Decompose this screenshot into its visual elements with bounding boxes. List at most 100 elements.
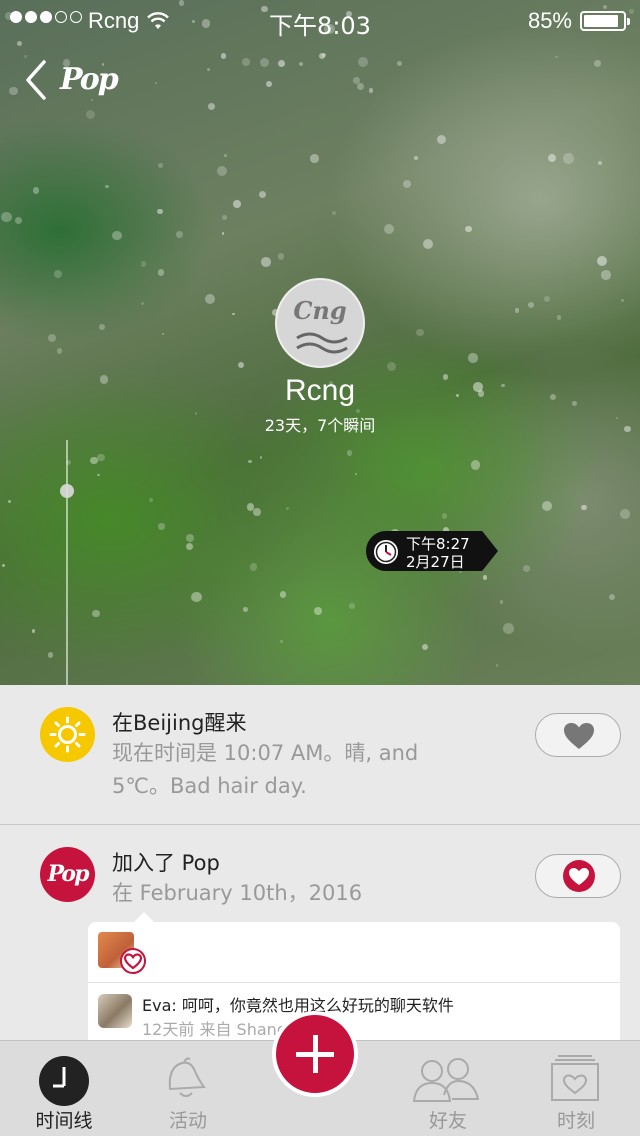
rain-drop <box>221 232 225 235</box>
rain-drop <box>594 59 601 67</box>
rain-drop <box>204 293 216 305</box>
timeline-knob[interactable] <box>60 484 74 498</box>
time-tag[interactable]: 下午8:27 2月27日 <box>366 531 498 571</box>
rain-drop <box>260 256 271 267</box>
rain-drop <box>556 315 562 320</box>
rain-drop <box>242 58 250 66</box>
rain-drop <box>441 513 448 519</box>
rain-drop <box>562 153 574 165</box>
rain-drop <box>157 269 165 276</box>
rain-drop <box>206 68 210 72</box>
wakeup-title: 在Beijing醒来 <box>112 711 247 735</box>
tag-date: 2月27日 <box>406 553 465 571</box>
rain-drop <box>220 53 226 59</box>
rain-drop <box>423 239 434 250</box>
rain-drop <box>17 40 23 46</box>
commenter-avatar[interactable] <box>98 994 132 1028</box>
rain-drop <box>348 603 355 610</box>
like-button-liked[interactable] <box>535 854 621 898</box>
wave-icon <box>296 332 348 354</box>
rain-drop <box>175 231 183 238</box>
rain-drop <box>86 110 96 120</box>
tab-label: 好友 <box>428 1110 467 1132</box>
rain-drop <box>547 153 556 162</box>
rain-drop <box>243 607 249 612</box>
rain-drop <box>1 563 6 568</box>
joined-date: 在 February 10th，2016 <box>112 881 363 905</box>
rain-drop <box>597 256 608 267</box>
pop-app-icon: Pop <box>40 847 95 902</box>
bell-icon <box>168 1057 206 1097</box>
tab-label: 时刻 <box>556 1110 595 1132</box>
rain-drop <box>90 98 94 102</box>
rain-drop <box>386 362 397 372</box>
rain-drop <box>468 353 478 363</box>
rain-drop <box>298 62 303 67</box>
rain-drop <box>416 329 424 337</box>
back-chevron-icon[interactable] <box>22 58 52 102</box>
tab-timeline[interactable]: 时间线 <box>0 1041 128 1136</box>
rain-drop <box>224 154 227 157</box>
rain-drop <box>482 575 488 580</box>
tab-activity[interactable]: 活动 <box>128 1041 248 1136</box>
status-bar: Rcng 下午8:03 85% <box>0 0 640 40</box>
rain-drop <box>279 640 283 644</box>
rain-drop <box>149 497 154 503</box>
rain-drop <box>555 55 558 59</box>
rain-drop <box>191 591 202 603</box>
rain-drop <box>310 154 319 163</box>
avatar-logo-text: Cng <box>293 296 347 325</box>
moments-icon <box>551 1055 599 1101</box>
clock-icon <box>39 1056 89 1106</box>
rain-drop <box>597 160 602 165</box>
rain-drop <box>620 509 630 519</box>
profile-stats: 23天，7个瞬间 <box>264 416 376 435</box>
rain-drop <box>247 459 252 464</box>
rain-drop <box>279 591 287 598</box>
profile-avatar[interactable]: Cng <box>275 278 365 368</box>
rain-drop <box>514 308 520 314</box>
rain-drop <box>105 184 109 188</box>
rain-drop <box>222 215 227 220</box>
rain-drop <box>496 664 499 667</box>
rain-drop <box>402 179 412 188</box>
rain-drop <box>332 210 337 215</box>
rain-drop <box>97 473 100 476</box>
sun-icon <box>40 707 95 762</box>
rain-drop <box>56 348 63 354</box>
rain-drop <box>186 542 194 550</box>
like-button[interactable] <box>535 713 621 757</box>
rain-drop <box>277 59 286 68</box>
heart-badge-icon <box>120 948 146 974</box>
rain-drop <box>436 134 446 144</box>
wakeup-text-line2: 5℃。Bad hair day. <box>112 774 307 798</box>
rain-drop <box>237 361 244 368</box>
rain-drop <box>141 301 145 305</box>
rain-drop <box>465 226 472 233</box>
rain-drop <box>54 270 62 278</box>
rain-drop <box>346 450 353 456</box>
wakeup-text-line1: 现在时间是 10:07 AM。晴, and <box>112 741 419 765</box>
comment-card[interactable]: Eva: 呵呵，你竟然也用这么好玩的聊天软件 12天前 来自 Shanghai <box>88 912 620 1040</box>
profile-name: Rcng <box>284 374 356 407</box>
rain-drop <box>233 200 242 208</box>
rain-drop <box>31 629 36 633</box>
rain-drop <box>98 323 105 330</box>
rain-drop <box>9 87 18 96</box>
heart-filled-icon <box>563 860 595 892</box>
rain-drop <box>1 211 12 223</box>
add-button[interactable] <box>272 1011 358 1097</box>
rain-drop <box>503 623 514 635</box>
rain-drop <box>140 261 147 267</box>
rain-drop <box>15 216 23 224</box>
friends-icon <box>412 1058 480 1102</box>
tab-moments[interactable]: 时刻 <box>512 1041 640 1136</box>
rain-drop <box>258 190 267 198</box>
rain-drop <box>157 208 163 215</box>
rain-drop <box>158 523 165 530</box>
joined-title: 加入了 Pop <box>112 851 220 875</box>
feed-list: 在Beijing醒来 现在时间是 10:07 AM。晴, and 5℃。Bad … <box>0 685 640 1040</box>
rain-drop <box>277 253 284 260</box>
pop-logo: Pop <box>60 62 119 97</box>
tab-friends[interactable]: 好友 <box>384 1041 512 1136</box>
